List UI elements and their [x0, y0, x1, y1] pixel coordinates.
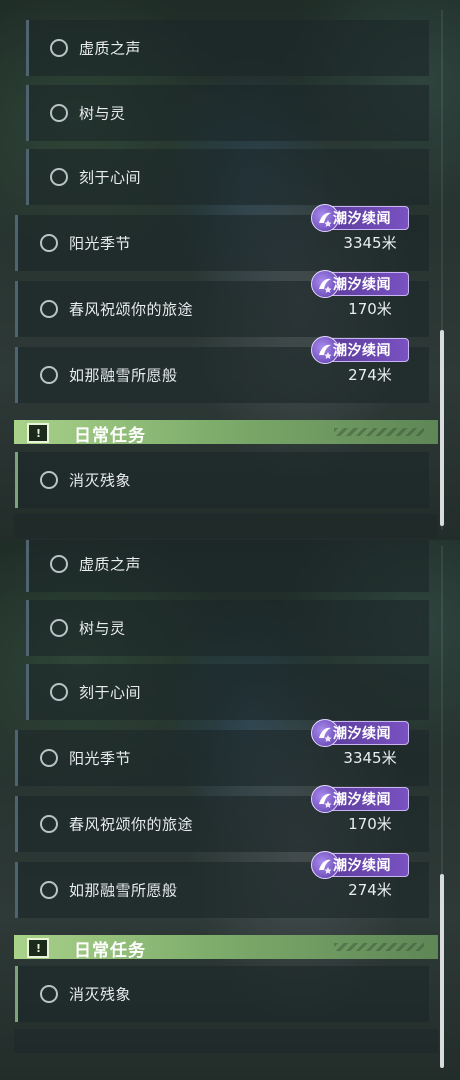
quest-row-keyuxinjian[interactable]: 刻于心间: [26, 664, 429, 720]
quest-row-chunfeng[interactable]: 春风祝颂你的旅途 潮汐续闻 170米: [15, 785, 429, 852]
section-title: 日常任务: [74, 426, 146, 445]
radio-circle-icon: [40, 749, 58, 767]
quest-row-xuzhi[interactable]: 虚质之声: [26, 20, 429, 76]
distance-label: 274米: [348, 366, 392, 384]
distance-label: 170米: [348, 300, 392, 318]
daily-section-header[interactable]: ! 日常任务: [14, 935, 438, 960]
distance-label: 3345米: [343, 749, 397, 767]
tidal-badge: 潮汐续闻: [311, 785, 409, 813]
quest-label: 消灭残象: [69, 471, 132, 490]
quest-row-yangguang[interactable]: 阳光季节 潮汐续闻 3345米: [15, 204, 429, 271]
scrollbar-thumb[interactable]: [440, 330, 444, 526]
list-footer: [14, 1029, 438, 1053]
radio-circle-icon: [50, 104, 68, 122]
tidal-badge: 潮汐续闻: [311, 270, 409, 298]
distance-label: 170米: [348, 815, 392, 833]
alert-icon: !: [27, 938, 49, 958]
quest-label: 虚质之声: [79, 39, 142, 58]
tidal-badge: 潮汐续闻: [311, 851, 409, 879]
quest-row-xiaomie[interactable]: 消灭残象: [15, 966, 429, 1022]
quest-label: 树与灵: [79, 619, 126, 638]
badge-label: 潮汐续闻: [333, 792, 391, 808]
scrollbar-thumb[interactable]: [440, 874, 444, 1068]
quest-label: 春风祝颂你的旅途: [69, 300, 194, 319]
radio-circle-icon: [50, 619, 68, 637]
radio-circle-icon: [50, 555, 68, 573]
daily-section-header[interactable]: ! 日常任务: [14, 420, 438, 445]
quest-label: 春风祝颂你的旅途: [69, 815, 194, 834]
quest-row-xiaomie[interactable]: 消灭残象: [15, 452, 429, 508]
radio-circle-icon: [40, 985, 58, 1003]
quest-row-rongxue[interactable]: 如那融雪所愿般 潮汐续闻 274米: [15, 851, 429, 918]
quest-row-shuyuling[interactable]: 树与灵: [26, 85, 429, 141]
quest-label: 消灭残象: [69, 985, 132, 1004]
quest-label: 如那融雪所愿般: [69, 366, 178, 385]
radio-circle-icon: [50, 168, 68, 186]
header-decoration: [334, 943, 424, 951]
quest-label: 阳光季节: [69, 749, 132, 768]
quest-row-chunfeng[interactable]: 春风祝颂你的旅途 潮汐续闻 170米: [15, 270, 429, 337]
quest-panel-top: 虚质之声 树与灵 刻于心间 阳光季节 潮汐续闻 3345米 春风祝颂你的旅途 潮…: [0, 0, 460, 540]
quest-row-shuyuling[interactable]: 树与灵: [26, 600, 429, 656]
quest-label: 刻于心间: [79, 683, 142, 702]
quest-label: 刻于心间: [79, 168, 142, 187]
header-decoration: [334, 428, 424, 436]
radio-circle-icon: [50, 39, 68, 57]
radio-circle-icon: [50, 683, 68, 701]
quest-row-xuzhi[interactable]: 虚质之声: [26, 540, 429, 592]
radio-circle-icon: [40, 471, 58, 489]
section-title: 日常任务: [74, 941, 146, 960]
badge-label: 潮汐续闻: [333, 343, 391, 359]
distance-label: 274米: [348, 881, 392, 899]
quest-panel-bottom: 虚质之声 树与灵 刻于心间 阳光季节 潮汐续闻 3345米 春风祝颂你的旅途 潮…: [0, 540, 460, 1080]
tidal-badge: 潮汐续闻: [311, 719, 409, 747]
tidal-badge: 潮汐续闻: [311, 336, 409, 364]
badge-label: 潮汐续闻: [333, 858, 391, 874]
radio-circle-icon: [40, 881, 58, 899]
tidal-badge: 潮汐续闻: [311, 204, 409, 232]
radio-circle-icon: [40, 366, 58, 384]
distance-label: 3345米: [343, 234, 397, 252]
quest-label: 树与灵: [79, 104, 126, 123]
quest-row-rongxue[interactable]: 如那融雪所愿般 潮汐续闻 274米: [15, 336, 429, 403]
quest-label: 虚质之声: [79, 555, 142, 574]
quest-row-keyuxinjian[interactable]: 刻于心间: [26, 149, 429, 205]
badge-label: 潮汐续闻: [333, 726, 391, 742]
list-footer: [14, 514, 438, 538]
badge-label: 潮汐续闻: [333, 211, 391, 227]
quest-row-yangguang[interactable]: 阳光季节 潮汐续闻 3345米: [15, 719, 429, 786]
badge-label: 潮汐续闻: [333, 277, 391, 293]
alert-icon: !: [27, 423, 49, 443]
radio-circle-icon: [40, 300, 58, 318]
radio-circle-icon: [40, 815, 58, 833]
quest-label: 如那融雪所愿般: [69, 881, 178, 900]
quest-label: 阳光季节: [69, 234, 132, 253]
radio-circle-icon: [40, 234, 58, 252]
